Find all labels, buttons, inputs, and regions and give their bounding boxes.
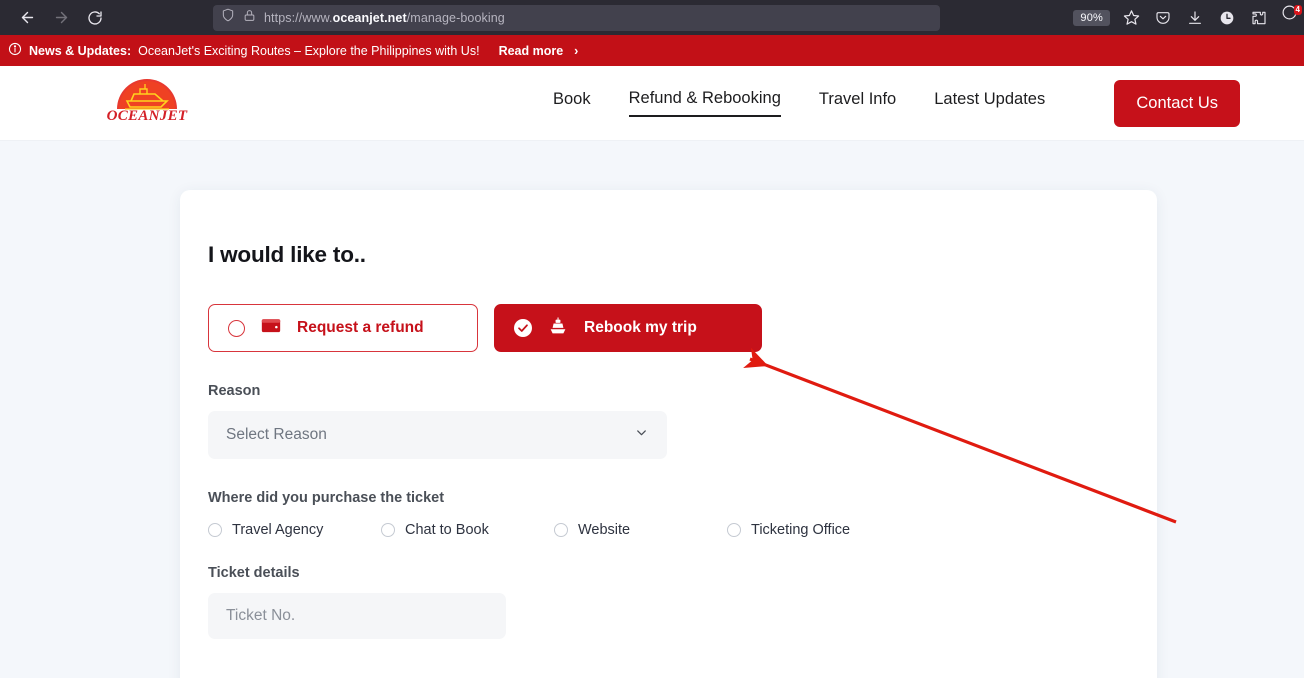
forward-arrow-icon[interactable] xyxy=(46,5,76,31)
extension-notification-badge[interactable]: 4 xyxy=(1276,4,1302,32)
ferry-icon xyxy=(548,316,568,340)
nav-item-latest-updates[interactable]: Latest Updates xyxy=(934,90,1045,116)
nav-item-book[interactable]: Book xyxy=(553,90,591,116)
reason-select-placeholder: Select Reason xyxy=(226,426,327,443)
ticket-details-group: Ticket details xyxy=(208,565,1157,639)
check-circle-icon xyxy=(514,319,532,337)
history-icon[interactable] xyxy=(1212,4,1242,32)
lock-icon[interactable] xyxy=(243,9,256,27)
reload-icon[interactable] xyxy=(80,5,110,31)
site-header: OCEANJET Book Refund & Rebooking Travel … xyxy=(0,66,1304,141)
radio-circle-icon xyxy=(727,523,741,537)
read-more-link[interactable]: Read more › xyxy=(499,44,579,58)
request-type-options: Request a refund Rebook my trip xyxy=(208,304,1157,352)
extensions-puzzle-icon[interactable] xyxy=(1244,4,1274,32)
page-title: I would like to.. xyxy=(208,242,366,267)
main-navigation: Book Refund & Rebooking Travel Info Late… xyxy=(553,89,1045,117)
radio-chat-to-book[interactable]: Chat to Book xyxy=(381,522,554,538)
radio-chat-to-book-label: Chat to Book xyxy=(405,522,489,538)
page-body: I would like to.. Request a refund Reboo… xyxy=(0,141,1304,678)
radio-ticketing-office-label: Ticketing Office xyxy=(751,522,851,538)
pocket-icon[interactable] xyxy=(1148,4,1178,32)
news-banner-message: OceanJet's Exciting Routes – Explore the… xyxy=(138,43,480,58)
shield-icon[interactable] xyxy=(221,8,235,27)
download-icon[interactable] xyxy=(1180,4,1210,32)
chevron-right-icon: › xyxy=(574,43,579,58)
logo-wordmark: OCEANJET xyxy=(106,108,188,124)
chevron-down-icon xyxy=(634,425,649,445)
radio-circle-icon xyxy=(381,523,395,537)
logo-mark-icon xyxy=(117,79,177,110)
read-more-label: Read more xyxy=(498,43,564,58)
reason-field-group: Reason Select Reason xyxy=(208,383,1157,459)
manage-booking-card: I would like to.. Request a refund Reboo… xyxy=(180,190,1157,678)
radio-circle-icon xyxy=(208,523,222,537)
url-text: https://www.oceanjet.net/manage-booking xyxy=(264,10,505,25)
request-a-refund-label: Request a refund xyxy=(297,319,424,336)
nav-item-refund-rebooking[interactable]: Refund & Rebooking xyxy=(628,89,781,117)
ticket-details-label: Ticket details xyxy=(208,565,300,581)
radio-ticketing-office[interactable]: Ticketing Office xyxy=(727,522,850,538)
radio-website[interactable]: Website xyxy=(554,522,727,538)
address-bar[interactable]: https://www.oceanjet.net/manage-booking xyxy=(213,4,940,31)
browser-toolbar-right: 90% 4 xyxy=(1073,0,1304,35)
purchase-source-group: Where did you purchase the ticket Travel… xyxy=(208,490,1157,538)
reason-label: Reason xyxy=(208,383,261,399)
ticket-number-input[interactable] xyxy=(208,593,506,639)
oceanjet-logo[interactable]: OCEANJET xyxy=(107,76,187,130)
rebook-my-trip-label: Rebook my trip xyxy=(584,319,697,336)
info-icon xyxy=(8,42,22,59)
zoom-level-badge[interactable]: 90% xyxy=(1073,9,1110,26)
radio-unselected-icon xyxy=(228,319,245,337)
back-arrow-icon[interactable] xyxy=(12,5,42,31)
radio-travel-agency-label: Travel Agency xyxy=(232,522,324,538)
star-icon[interactable] xyxy=(1116,4,1146,32)
nav-item-travel-info[interactable]: Travel Info xyxy=(819,90,896,116)
news-banner-label: News & Updates: xyxy=(29,43,132,58)
rebook-my-trip-option[interactable]: Rebook my trip xyxy=(494,304,762,352)
contact-us-button[interactable]: Contact Us xyxy=(1114,79,1240,127)
purchase-source-options: Travel Agency Chat to Book Website Ticke… xyxy=(208,522,1157,538)
purchase-source-label: Where did you purchase the ticket xyxy=(208,490,445,506)
radio-website-label: Website xyxy=(578,522,631,538)
browser-toolbar: https://www.oceanjet.net/manage-booking … xyxy=(0,0,1304,35)
news-banner: News & Updates: OceanJet's Exciting Rout… xyxy=(0,35,1304,66)
radio-circle-icon xyxy=(554,523,568,537)
wallet-icon xyxy=(261,317,281,339)
radio-travel-agency[interactable]: Travel Agency xyxy=(208,522,381,538)
navigation-buttons xyxy=(12,5,110,31)
reason-select[interactable]: Select Reason xyxy=(208,411,667,459)
request-a-refund-option[interactable]: Request a refund xyxy=(208,304,478,352)
